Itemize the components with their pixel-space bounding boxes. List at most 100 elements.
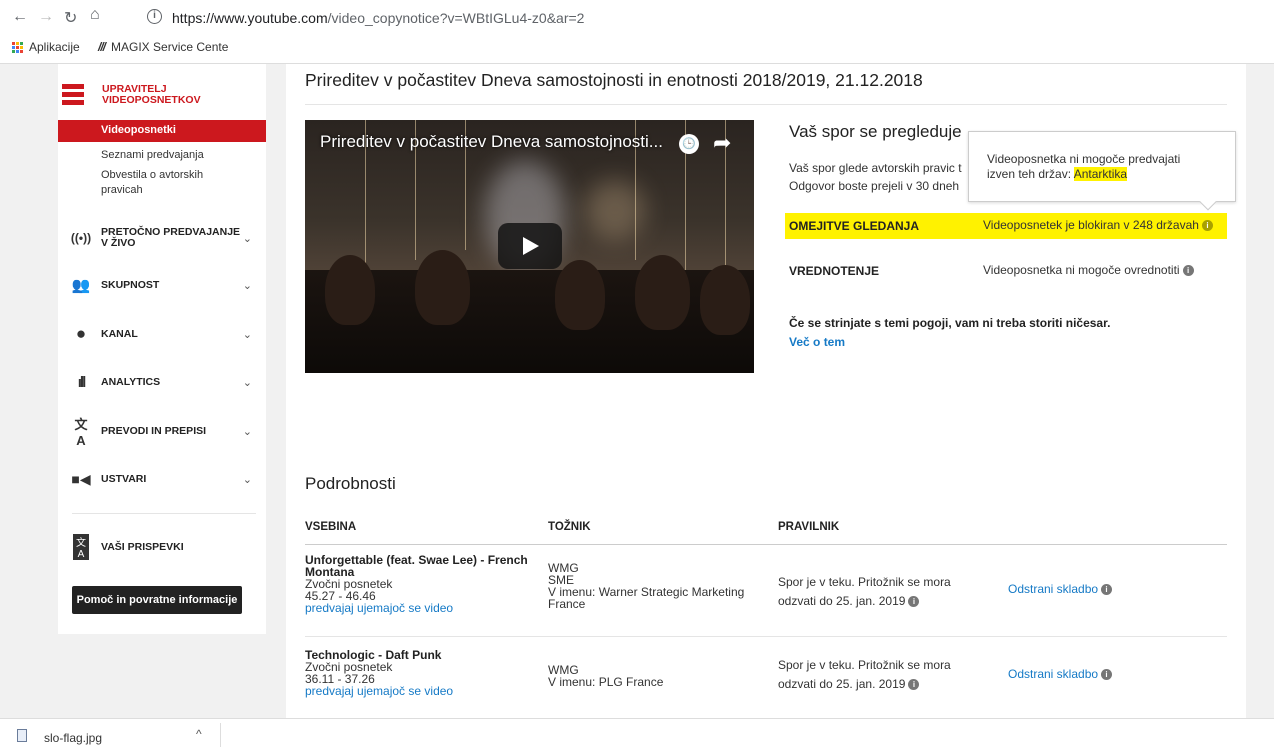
- policy-line: Spor je v teku. Pritožnik se mora: [778, 575, 951, 589]
- status-line: Vaš spor glede avtorskih pravic t: [789, 161, 962, 175]
- status-heading: Vaš spor se pregleduje: [789, 122, 962, 141]
- sidebar-section-translations[interactable]: 文A PREVODI IN PREPISI ⌄: [58, 417, 266, 448]
- help-feedback-button[interactable]: Pomoč in povratne informacije: [72, 586, 242, 614]
- details-heading: Podrobnosti: [305, 474, 396, 493]
- remove-song-label: Odstrani skladbo: [1008, 667, 1099, 681]
- sidebar-section-label: VAŠI PRISPEVKI: [101, 540, 184, 553]
- sidebar-item-playlists[interactable]: Seznami predvajanja: [101, 148, 204, 163]
- tooltip-country: Antarktika: [1073, 167, 1128, 181]
- home-icon[interactable]: ⌂: [90, 6, 100, 24]
- table-row-claimant: WMG V imenu: PLG France: [548, 664, 663, 688]
- video-title: Prireditev v počastitev Dneva samostojno…: [320, 132, 663, 151]
- table-row-content: Unforgettable (feat. Swae Lee) - French …: [305, 554, 528, 614]
- info-icon[interactable]: i: [1101, 584, 1113, 596]
- info-icon[interactable]: i: [1101, 669, 1113, 681]
- table-row-policy: Spor je v teku. Pritožnik se mora odzvat…: [778, 573, 951, 611]
- info-icon[interactable]: i: [1201, 220, 1213, 232]
- forward-icon[interactable]: →: [38, 8, 54, 26]
- table-header-divider: [305, 544, 1227, 545]
- column-header-claimant: TOŽNIK: [548, 521, 591, 533]
- brand-title: UPRAVITELJ VIDEOPOSNETKOV: [102, 84, 201, 106]
- sidebar-item-label: Obvestila o avtorskih: [101, 169, 204, 181]
- restriction-value: Videoposnetek je blokiran v 248 državah i: [983, 218, 1213, 232]
- sidebar-section-community[interactable]: 👥 SKUPNOST ⌄: [58, 273, 266, 297]
- remove-song-link[interactable]: Odstrani skladbo i: [1008, 582, 1113, 596]
- play-match-link[interactable]: predvajaj ujemajoč se video: [305, 684, 453, 698]
- learn-more-link[interactable]: Več o tem: [789, 335, 845, 349]
- chevron-up-icon[interactable]: ^: [196, 727, 202, 741]
- channel-icon: ●: [75, 324, 87, 343]
- sidebar-item-label: pravicah: [101, 184, 143, 196]
- download-bar: slo-flag.jpg ^: [0, 718, 1274, 750]
- bookmark-magix[interactable]: /// MAGIX Service Cente: [98, 40, 228, 54]
- play-match-link[interactable]: predvajaj ujemajoč se video: [305, 601, 453, 615]
- url-field[interactable]: https://www.youtube.com/video_copynotice…: [172, 10, 584, 26]
- chevron-down-icon: ⌄: [242, 328, 252, 341]
- tooltip-text: izven teh držav:: [987, 167, 1074, 181]
- tooltip-line: izven teh držav: Antarktika: [987, 167, 1217, 182]
- remove-song-link[interactable]: Odstrani skladbo i: [1008, 667, 1113, 681]
- audience-head: [555, 260, 605, 330]
- create-icon: ■◀: [71, 470, 91, 487]
- policy-line: odzvati do 25. jan. 2019: [778, 594, 906, 608]
- play-button[interactable]: [498, 223, 562, 269]
- contributions-icon: 文A: [73, 534, 89, 560]
- sidebar-item-videos[interactable]: Videoposnetki: [58, 120, 266, 142]
- address-bar-row: ← → ↻ ⌂ i https://www.youtube.com/video_…: [0, 6, 1274, 28]
- claimant-line: V imenu: PLG France: [548, 675, 664, 689]
- status-text: Vaš spor glede avtorskih pravic t Odgovo…: [789, 159, 969, 195]
- video-light: [585, 180, 645, 240]
- site-info-icon[interactable]: i: [147, 9, 162, 24]
- sidebar: UPRAVITELJ VIDEOPOSNETKOV Videoposnetki …: [58, 64, 266, 634]
- policy-line: Spor je v teku. Pritožnik se mora: [778, 658, 951, 672]
- info-icon[interactable]: i: [908, 679, 920, 691]
- reload-icon[interactable]: ↻: [64, 8, 77, 28]
- table-row-content: Technologic - Daft Punk Zvočni posnetek …: [305, 649, 453, 697]
- sidebar-section-label: SKUPNOST: [101, 278, 160, 291]
- sidebar-section-contributions[interactable]: 文A VAŠI PRISPEVKI: [58, 534, 266, 560]
- agree-text: Če se strinjate s temi pogoji, vam ni tr…: [789, 316, 1111, 330]
- download-filename[interactable]: slo-flag.jpg: [44, 731, 102, 745]
- sidebar-section-live[interactable]: ((•)) PRETOČNO PREDVAJANJE V ŽIVO ⌄: [58, 226, 266, 250]
- sidebar-section-label: USTVARI: [101, 472, 147, 485]
- share-icon[interactable]: ➦: [713, 130, 731, 156]
- info-icon[interactable]: i: [908, 596, 920, 608]
- sidebar-section-label: PRETOČNO PREDVAJANJE V ŽIVO: [101, 226, 241, 249]
- community-icon: 👥: [71, 277, 91, 294]
- url-path: /video_copynotice?v=WBtIGLu4-z0&ar=2: [327, 10, 585, 26]
- video-manager-icon: [62, 84, 84, 106]
- brand-line2: VIDEOPOSNETKOV: [102, 94, 201, 106]
- browser-chrome: ← → ↻ ⌂ i https://www.youtube.com/video_…: [0, 0, 1274, 64]
- live-icon: ((•)): [70, 231, 92, 245]
- sidebar-section-label: PREVODI IN PREPISI: [101, 424, 207, 437]
- restriction-text: Videoposnetek je blokiran v 248 državah: [983, 218, 1199, 232]
- status-line: Odgovor boste prejeli v 30 dneh: [789, 179, 960, 193]
- magix-icon: ///: [98, 40, 106, 54]
- info-icon[interactable]: i: [1182, 265, 1194, 277]
- sidebar-section-create[interactable]: ■◀ USTVARI ⌄: [58, 467, 266, 491]
- watch-later-icon[interactable]: 🕒: [679, 134, 699, 154]
- table-row-policy: Spor je v teku. Pritožnik se mora odzvat…: [778, 656, 951, 694]
- bookmark-label: Aplikacije: [29, 40, 80, 54]
- tooltip-arrow: [1199, 193, 1217, 211]
- audience-head: [325, 255, 375, 325]
- bookmark-label: MAGIX Service Cente: [111, 40, 229, 54]
- brand[interactable]: UPRAVITELJ VIDEOPOSNETKOV: [58, 84, 266, 114]
- sidebar-section-label: KANAL: [101, 327, 138, 340]
- chevron-down-icon: ⌄: [242, 232, 252, 245]
- row-divider: [305, 636, 1227, 637]
- sidebar-item-copyright-notices[interactable]: Obvestila o avtorskih pravicah: [101, 168, 203, 198]
- bookmarks-bar: Aplikacije /// MAGIX Service Cente: [0, 38, 1274, 58]
- video-player[interactable]: Prireditev v počastitev Dneva samostojno…: [305, 120, 754, 373]
- chevron-down-icon: ⌄: [242, 425, 252, 438]
- column-header-content: VSEBINA: [305, 521, 357, 533]
- url-host: https://www.youtube.com: [172, 10, 328, 26]
- sidebar-section-channel[interactable]: ● KANAL ⌄: [58, 322, 266, 346]
- chevron-down-icon: ⌄: [242, 473, 252, 486]
- bookmark-apps[interactable]: Aplikacije: [12, 40, 80, 54]
- back-icon[interactable]: ←: [12, 8, 28, 26]
- monetization-value: Videoposnetka ni mogoče ovrednotiti i: [983, 263, 1194, 277]
- restriction-label: OMEJITVE GLEDANJA: [789, 219, 920, 233]
- monetization-text: Videoposnetka ni mogoče ovrednotiti: [983, 263, 1180, 277]
- sidebar-section-analytics[interactable]: ıll ANALYTICS ⌄: [58, 370, 266, 394]
